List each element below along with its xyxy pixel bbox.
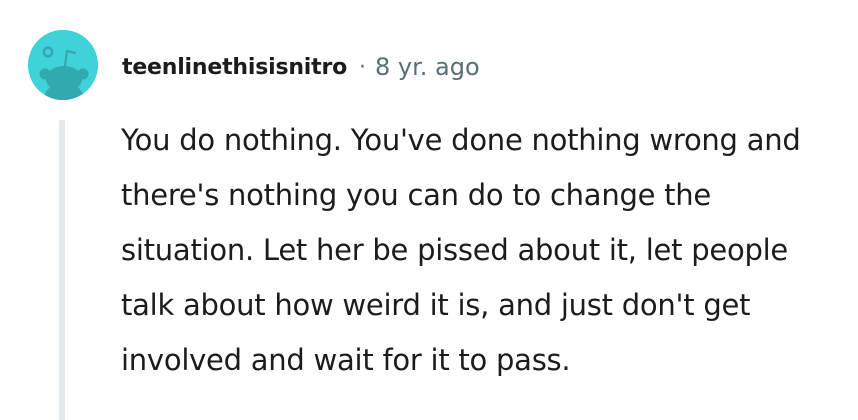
comment-timestamp[interactable]: 8 yr. ago xyxy=(375,53,480,81)
snoo-avatar-icon xyxy=(28,30,98,100)
username-link[interactable]: teenlinethisisnitro xyxy=(122,55,347,80)
comment: teenlinethisisnitro · 8 yr. ago You do n… xyxy=(0,0,858,420)
meta-separator: · xyxy=(359,54,367,80)
user-avatar[interactable] xyxy=(28,30,98,100)
thread-line[interactable] xyxy=(59,120,65,420)
comment-meta: teenlinethisisnitro · 8 yr. ago xyxy=(122,47,480,87)
comment-body: You do nothing. You've done nothing wron… xyxy=(121,123,801,377)
